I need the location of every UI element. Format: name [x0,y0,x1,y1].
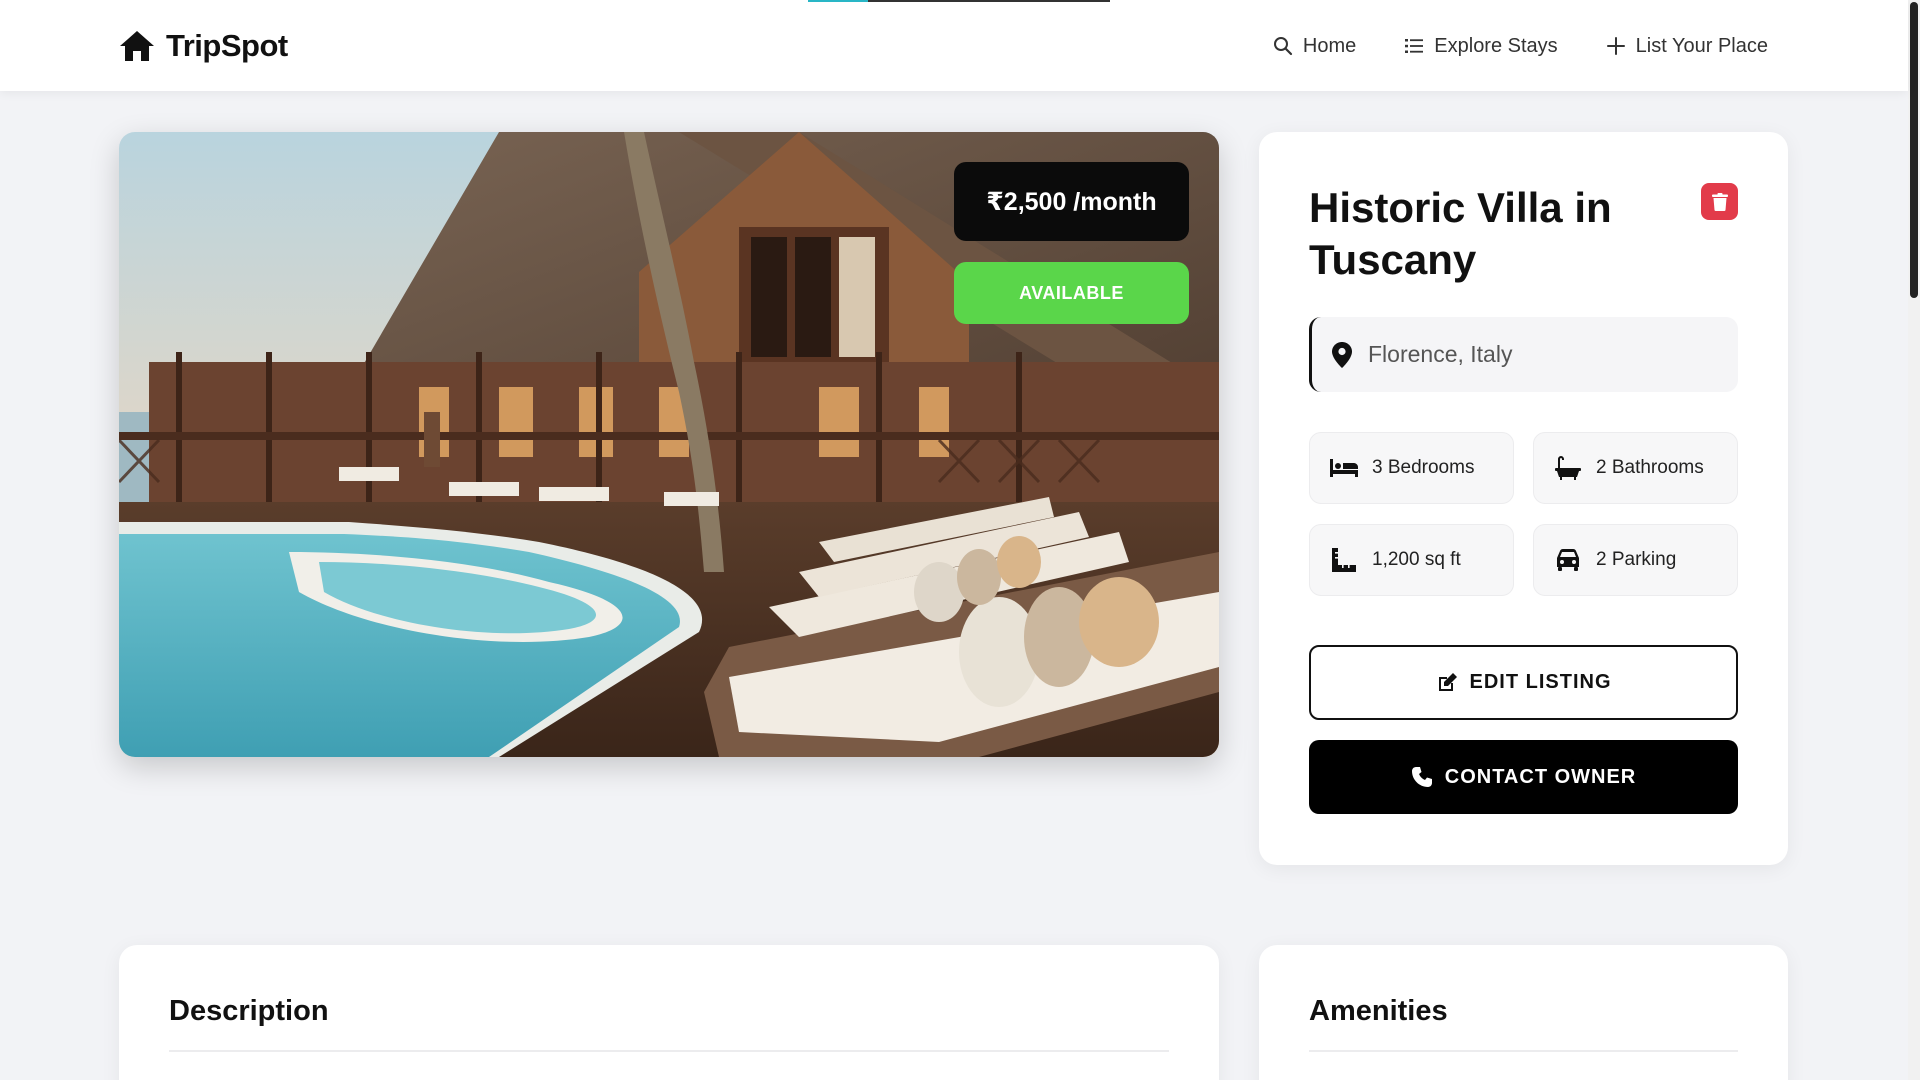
listing-photo: ₹2,500 /month AVAILABLE [119,132,1219,757]
nav-home[interactable]: Home [1273,35,1356,58]
phone-icon [1411,767,1432,787]
feature-parking-label: 2 Parking [1596,549,1677,570]
nav-list-your-place-label: List Your Place [1635,34,1768,57]
brand-logo[interactable]: TripSpot [118,26,288,66]
description-heading: Description [169,995,329,1027]
delete-listing-button[interactable] [1701,183,1738,220]
map-pin-icon [1332,341,1352,368]
feature-bathrooms: 2 Bathrooms [1533,432,1738,504]
feature-bathrooms-label: 2 Bathrooms [1596,457,1704,478]
scrollbar-thumb[interactable] [1910,2,1918,298]
feature-area: 1,200 sq ft [1309,524,1514,596]
home-icon [120,31,154,61]
availability-badge: AVAILABLE [954,262,1189,324]
contact-owner-label: CONTACT OWNER [1444,765,1637,788]
bath-icon [1555,456,1581,480]
feature-parking: 2 Parking [1533,524,1738,596]
location-text: Florence, Italy [1368,341,1513,367]
car-icon [1557,549,1579,571]
search-icon [1273,37,1293,56]
feature-bedrooms: 3 Bedrooms [1309,432,1514,504]
amenities-divider [1309,1050,1738,1052]
bed-icon [1330,459,1358,477]
edit-listing-label: EDIT LISTING [1469,671,1612,693]
brand-name: TripSpot [166,28,288,63]
contact-owner-button[interactable]: CONTACT OWNER [1309,740,1738,814]
main-nav: Home Explore Stays List Your Place [1273,28,1768,64]
nav-list-your-place[interactable]: List Your Place [1606,35,1768,58]
nav-home-label: Home [1302,34,1357,57]
nav-explore-stays-label: Explore Stays [1434,34,1558,57]
edit-icon [1438,672,1457,691]
plus-icon [1606,37,1625,55]
ruler-icon [1332,548,1356,572]
top-navbar: TripSpot Home Explore Stays List Your Pl… [0,0,1908,91]
edit-listing-button[interactable]: EDIT LISTING [1309,645,1738,720]
amenities-section: Amenities [1259,945,1788,1080]
page-loading-bar [808,0,1110,2]
page-loading-bar-fill [808,0,869,2]
trash-icon [1711,192,1728,211]
description-divider [169,1050,1169,1052]
description-section: Description [119,945,1219,1080]
page-scrollbar[interactable] [1908,0,1920,1080]
list-icon [1405,39,1424,53]
amenities-heading: Amenities [1309,995,1448,1027]
price-badge: ₹2,500 /month [954,162,1189,241]
feature-bedrooms-label: 3 Bedrooms [1372,457,1475,478]
listing-title: Historic Villa in Tuscany [1309,184,1612,283]
nav-explore-stays[interactable]: Explore Stays [1404,34,1558,58]
listing-info-card: Historic Villa in Tuscany Florence, Ital… [1259,132,1788,865]
location-field: Florence, Italy [1309,317,1738,392]
feature-area-label: 1,200 sq ft [1372,549,1461,570]
